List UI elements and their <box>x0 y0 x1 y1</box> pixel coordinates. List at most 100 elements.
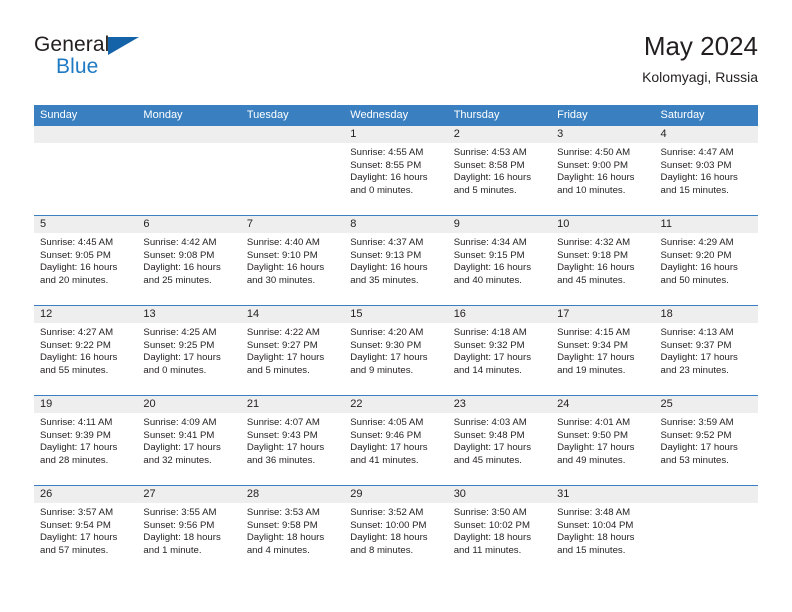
sunset-text: Sunset: 9:37 PM <box>660 339 732 351</box>
day-number: 17 <box>551 306 655 323</box>
calendar-day-cell[interactable]: 23 Sunrise: 4:03 AM Sunset: 9:48 PM Dayligh… <box>447 396 552 485</box>
sunset-text: Sunset: 9:08 PM <box>143 249 215 261</box>
calendar-day-cell[interactable]: 11 Sunrise: 4:29 AM Sunset: 9:20 PM Dayligh… <box>654 216 758 305</box>
day-number: 19 <box>34 396 138 413</box>
day-number: 12 <box>34 306 138 323</box>
day-details: Sunrise: 4:47 AM Sunset: 9:03 PM Daylight:… <box>655 143 758 203</box>
sunrise-text: Sunrise: 4:37 AM <box>350 237 424 248</box>
sunset-text: Sunset: 9:34 PM <box>557 339 629 351</box>
sunrise-text: Sunrise: 4:07 AM <box>246 417 320 428</box>
day-details: Sunrise: 4:40 AM Sunset: 9:10 PM Daylight:… <box>241 233 344 293</box>
sunset-text: Sunset: 9:22 PM <box>40 339 111 351</box>
calendar-grid: Sunday Monday Tuesday Wednesday Thursday… <box>34 105 758 575</box>
day-details: Sunrise: 3:48 AM Sunset: 10:04 PM Daylight… <box>551 503 654 563</box>
daylight-text: Daylight: 17 hours and 53 minutes. <box>660 442 738 466</box>
calendar-day-cell[interactable]: 15 Sunrise: 4:20 AM Sunset: 9:30 PM Dayligh… <box>344 306 448 395</box>
sunrise-text: Sunrise: 4:34 AM <box>453 237 527 248</box>
sunrise-text: Sunrise: 4:01 AM <box>557 417 631 428</box>
day-details: Sunrise: 4:55 AM Sunset: 8:55 PM Daylight:… <box>344 143 447 203</box>
day-details: Sunrise: 4:29 AM Sunset: 9:20 PM Daylight:… <box>655 233 758 293</box>
calendar-day-cell[interactable]: 26 Sunrise: 3:57 AM Sunset: 9:54 PM Dayligh… <box>34 486 138 575</box>
day-number: 11 <box>654 216 758 233</box>
calendar-day-cell[interactable]: 17 Sunrise: 4:15 AM Sunset: 9:34 PM Dayligh… <box>551 306 655 395</box>
calendar-day-cell[interactable]: 25 Sunrise: 3:59 AM Sunset: 9:52 PM Dayligh… <box>654 396 758 485</box>
calendar-day-cell[interactable]: 6 Sunrise: 4:42 AM Sunset: 9:08 PM Daylight… <box>137 216 241 305</box>
calendar-day-cell[interactable]: 1 Sunrise: 4:55 AM Sunset: 8:55 PM Daylight… <box>344 126 448 215</box>
day-number: 23 <box>447 396 552 413</box>
day-details: Sunrise: 4:05 AM Sunset: 9:46 PM Daylight:… <box>344 413 447 473</box>
calendar-day-cell[interactable]: 3 Sunrise: 4:50 AM Sunset: 9:00 PM Daylight… <box>551 126 655 215</box>
calendar-day-cell[interactable]: 12 Sunrise: 4:27 AM Sunset: 9:22 PM Dayligh… <box>34 306 138 395</box>
calendar-day-cell[interactable]: 9 Sunrise: 4:34 AM Sunset: 9:15 PM Daylight… <box>447 216 552 305</box>
calendar-day-cell[interactable]: 18 Sunrise: 4:13 AM Sunset: 9:37 PM Dayligh… <box>654 306 758 395</box>
calendar-day-cell[interactable]: 28 Sunrise: 3:53 AM Sunset: 9:58 PM Dayligh… <box>240 486 345 575</box>
sunset-text: Sunset: 9:27 PM <box>246 339 318 351</box>
day-number: 2 <box>447 126 552 143</box>
day-number: 16 <box>447 306 552 323</box>
sunset-text: Sunset: 9:15 PM <box>453 249 525 261</box>
sunrise-text: Sunrise: 4:11 AM <box>40 417 113 428</box>
sunrise-text: Sunrise: 3:52 AM <box>350 507 424 518</box>
calendar-day-cell[interactable]: 5 Sunrise: 4:45 AM Sunset: 9:05 PM Daylight… <box>34 216 138 305</box>
daylight-text: Daylight: 17 hours and 41 minutes. <box>350 442 428 466</box>
day-number: 25 <box>654 396 758 413</box>
calendar-day-cell[interactable]: 20 Sunrise: 4:09 AM Sunset: 9:41 PM Dayligh… <box>137 396 241 485</box>
calendar-day-cell[interactable]: 4 Sunrise: 4:47 AM Sunset: 9:03 PM Daylight… <box>654 126 758 215</box>
day-number: 13 <box>137 306 241 323</box>
day-number: 3 <box>551 126 655 143</box>
sunset-text: Sunset: 9:54 PM <box>40 519 111 531</box>
calendar-day-cell[interactable]: 30 Sunrise: 3:50 AM Sunset: 10:02 PM Daylig… <box>447 486 552 575</box>
day-details: Sunrise: 3:55 AM Sunset: 9:56 PM Daylight:… <box>137 503 240 563</box>
sunset-text: Sunset: 9:41 PM <box>143 429 215 441</box>
sunset-text: Sunset: 9:03 PM <box>660 159 732 171</box>
day-number: 5 <box>34 216 138 233</box>
calendar-day-cell[interactable]: 29 Sunrise: 3:52 AM Sunset: 10:00 PM Daylig… <box>344 486 448 575</box>
daylight-text: Daylight: 18 hours and 8 minutes. <box>350 532 428 556</box>
sunset-text: Sunset: 9:50 PM <box>557 429 629 441</box>
day-number: 10 <box>551 216 655 233</box>
day-details: Sunrise: 4:03 AM Sunset: 9:48 PM Daylight:… <box>448 413 551 473</box>
calendar-day-cell-empty <box>34 126 138 215</box>
daylight-text: Daylight: 18 hours and 1 minute. <box>143 532 221 556</box>
title-block: May 2024 Kolomyagi, Russia <box>642 30 758 87</box>
calendar-day-cell[interactable]: 21 Sunrise: 4:07 AM Sunset: 9:43 PM Dayligh… <box>240 396 345 485</box>
calendar-day-cell[interactable]: 22 Sunrise: 4:05 AM Sunset: 9:46 PM Dayligh… <box>344 396 448 485</box>
calendar-day-cell[interactable]: 7 Sunrise: 4:40 AM Sunset: 9:10 PM Daylight… <box>240 216 345 305</box>
sunrise-text: Sunrise: 4:50 AM <box>557 147 631 158</box>
sunrise-text: Sunrise: 4:09 AM <box>143 417 217 428</box>
calendar-day-cell[interactable]: 19 Sunrise: 4:11 AM Sunset: 9:39 PM Dayligh… <box>34 396 138 485</box>
day-details: Sunrise: 3:57 AM Sunset: 9:54 PM Daylight:… <box>34 503 137 563</box>
calendar-day-cell-empty <box>137 126 241 215</box>
calendar-day-cell-empty <box>654 486 758 575</box>
calendar-day-cell[interactable]: 31 Sunrise: 3:48 AM Sunset: 10:04 PM Daylig… <box>551 486 655 575</box>
calendar-day-cell[interactable]: 16 Sunrise: 4:18 AM Sunset: 9:32 PM Dayligh… <box>447 306 552 395</box>
day-details: Sunrise: 4:20 AM Sunset: 9:30 PM Daylight:… <box>344 323 447 383</box>
calendar-week-row: 12 Sunrise: 4:27 AM Sunset: 9:22 PM Dayligh… <box>34 305 758 395</box>
calendar-day-cell[interactable]: 8 Sunrise: 4:37 AM Sunset: 9:13 PM Daylight… <box>344 216 448 305</box>
daylight-text: Daylight: 18 hours and 15 minutes. <box>557 532 635 556</box>
sunset-text: Sunset: 9:13 PM <box>350 249 422 261</box>
day-number <box>654 486 758 503</box>
sunrise-text: Sunrise: 4:40 AM <box>246 237 320 248</box>
day-number: 7 <box>240 216 345 233</box>
day-number <box>137 126 241 143</box>
sunrise-text: Sunrise: 4:15 AM <box>557 327 631 338</box>
day-details: Sunrise: 4:34 AM Sunset: 9:15 PM Daylight:… <box>448 233 551 293</box>
calendar-day-cell[interactable]: 2 Sunrise: 4:53 AM Sunset: 8:58 PM Daylight… <box>447 126 552 215</box>
calendar-day-cell[interactable]: 13 Sunrise: 4:25 AM Sunset: 9:25 PM Dayligh… <box>137 306 241 395</box>
calendar-day-cell[interactable]: 10 Sunrise: 4:32 AM Sunset: 9:18 PM Dayligh… <box>551 216 655 305</box>
sunset-text: Sunset: 9:58 PM <box>246 519 318 531</box>
general-blue-logo: General Blue <box>34 32 152 88</box>
calendar-day-cell[interactable]: 27 Sunrise: 3:55 AM Sunset: 9:56 PM Dayligh… <box>137 486 241 575</box>
day-details: Sunrise: 4:22 AM Sunset: 9:27 PM Daylight:… <box>241 323 344 383</box>
day-number: 15 <box>344 306 448 323</box>
daylight-text: Daylight: 17 hours and 14 minutes. <box>453 352 532 376</box>
day-details: Sunrise: 4:45 AM Sunset: 9:05 PM Daylight:… <box>34 233 137 293</box>
day-details: Sunrise: 4:01 AM Sunset: 9:50 PM Daylight:… <box>551 413 654 473</box>
day-details: Sunrise: 4:27 AM Sunset: 9:22 PM Daylight:… <box>34 323 137 383</box>
calendar-day-cell[interactable]: 14 Sunrise: 4:22 AM Sunset: 9:27 PM Dayligh… <box>240 306 345 395</box>
daylight-text: Daylight: 17 hours and 49 minutes. <box>557 442 635 466</box>
calendar-day-cell[interactable]: 24 Sunrise: 4:01 AM Sunset: 9:50 PM Dayligh… <box>551 396 655 485</box>
day-details: Sunrise: 4:11 AM Sunset: 9:39 PM Daylight:… <box>34 413 137 473</box>
weekday-tuesday: Tuesday <box>246 109 289 121</box>
